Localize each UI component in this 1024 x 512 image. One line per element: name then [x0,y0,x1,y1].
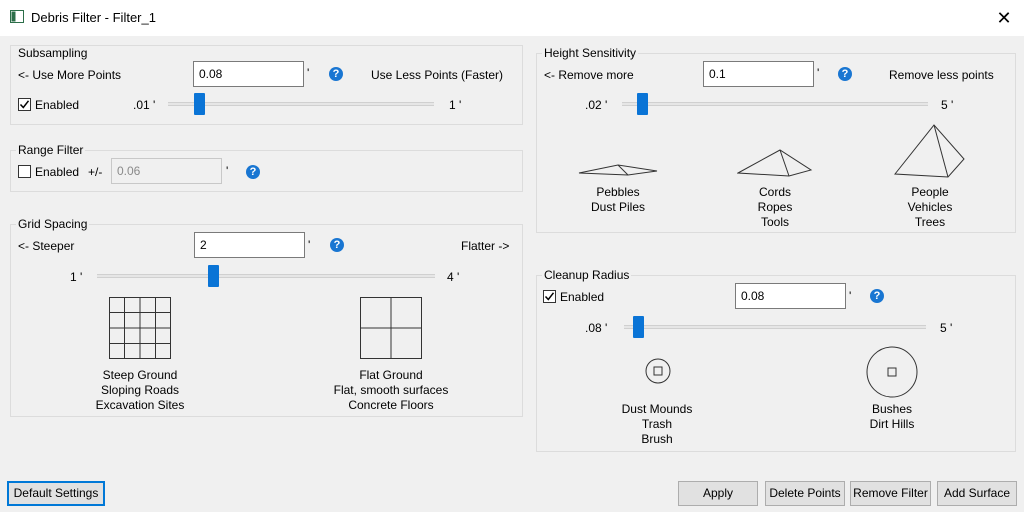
subsampling-max-label: 1 ' [449,98,462,112]
subsampling-enabled-label: Enabled [35,98,80,112]
subsampling-input[interactable] [193,61,304,87]
range-filter-help-icon[interactable]: ? [246,165,260,179]
low-line-2: Dust Piles [590,200,646,214]
height-sensitivity-max-label: 5 ' [941,98,954,112]
flat-line-3: Concrete Floors [348,398,434,412]
apply-button[interactable]: Apply [678,481,758,506]
height-sensitivity-title: Height Sensitivity [542,46,639,60]
subsampling-enabled-checkbox[interactable] [18,98,31,111]
cleanup-radius-slider-thumb[interactable] [633,316,644,338]
grid-spacing-left-hint: <- Steeper [18,239,75,253]
large-line-1: Bushes [871,402,913,416]
steep-ground-caption: Steep Ground Sloping Roads Excavation Si… [60,368,220,413]
flat-line-1: Flat Ground [359,368,423,382]
grid-spacing-help-icon[interactable]: ? [330,238,344,252]
app-window-icon [10,10,24,23]
flat-pyramid-icon [578,164,658,176]
range-filter-enabled-label: Enabled [35,165,80,179]
range-filter-plusminus: +/- [88,165,103,179]
grid-spacing-slider-thumb[interactable] [208,265,220,287]
mid-line-2: Ropes [757,200,793,214]
tall-pyramid-icon [894,124,965,178]
grid-spacing-max-label: 4 ' [447,270,460,284]
grid-spacing-input[interactable] [194,232,305,258]
small-line-3: Brush [641,432,673,446]
mid-line-3: Tools [760,215,789,229]
small-radius-icon [645,358,671,384]
flat-ground-caption: Flat Ground Flat, smooth surfaces Concre… [311,368,471,413]
large-line-2: Dirt Hills [869,417,915,431]
subsampling-slider-track[interactable] [168,102,434,106]
close-icon[interactable]: ✕ [994,8,1014,28]
cleanup-radius-unit: ' [849,289,852,303]
cleanup-radius-help-icon[interactable]: ? [870,289,884,303]
small-line-2: Trash [641,417,673,431]
grid-spacing-right-hint: Flatter -> [461,239,510,253]
range-filter-enabled-checkbox[interactable] [18,165,31,178]
checkmark-icon [544,292,555,301]
height-sensitivity-left-hint: <- Remove more [544,68,634,82]
fine-grid-icon [109,297,171,359]
pebbles-caption: Pebbles Dust Piles [568,185,668,215]
checkmark-icon [19,100,30,109]
range-filter-unit: ' [226,164,229,178]
grid-spacing-min-label: 1 ' [70,270,83,284]
cleanup-radius-title: Cleanup Radius [542,268,632,282]
dust-mounds-caption: Dust Mounds Trash Brush [607,402,707,447]
small-line-1: Dust Mounds [621,402,693,416]
add-surface-button[interactable]: Add Surface [937,481,1017,506]
cords-caption: Cords Ropes Tools [725,185,825,230]
people-caption: People Vehicles Trees [880,185,980,230]
height-sensitivity-right-hint: Remove less points [889,68,994,82]
subsampling-right-hint: Use Less Points (Faster) [371,68,504,82]
window-title: Debris Filter - Filter_1 [31,10,156,25]
low-line-1: Pebbles [596,185,640,199]
medium-pyramid-icon [737,149,813,177]
remove-filter-button[interactable]: Remove Filter [850,481,931,506]
coarse-grid-icon [360,297,422,359]
grid-spacing-slider-track[interactable] [97,274,435,278]
range-filter-input[interactable] [111,158,222,184]
subsampling-unit: ' [307,66,310,80]
height-sensitivity-slider-thumb[interactable] [636,93,648,115]
height-sensitivity-input[interactable] [703,61,814,87]
grid-spacing-title: Grid Spacing [16,217,90,231]
subsampling-min-label: .01 ' [133,98,156,112]
default-settings-button[interactable]: Default Settings [7,481,105,506]
flat-line-2: Flat, smooth surfaces [333,383,449,397]
cleanup-radius-slider-track[interactable] [624,325,926,329]
height-sensitivity-unit: ' [817,66,820,80]
large-radius-icon [866,346,918,398]
high-line-1: People [911,185,949,199]
subsampling-help-icon[interactable]: ? [329,67,343,81]
range-filter-title: Range Filter [16,143,86,157]
cleanup-radius-input[interactable] [735,283,846,309]
steep-line-1: Steep Ground [102,368,178,382]
height-sensitivity-min-label: .02 ' [585,98,608,112]
height-sensitivity-help-icon[interactable]: ? [838,67,852,81]
high-line-3: Trees [914,215,946,229]
cleanup-radius-enabled-label: Enabled [560,290,605,304]
range-filter-group [10,150,523,192]
cleanup-radius-enabled-checkbox[interactable] [543,290,556,303]
grid-spacing-unit: ' [308,238,311,252]
steep-line-3: Excavation Sites [95,398,185,412]
cleanup-radius-min-label: .08 ' [585,321,608,335]
cleanup-radius-max-label: 5 ' [940,321,953,335]
bushes-caption: Bushes Dirt Hills [842,402,942,432]
subsampling-slider-thumb[interactable] [193,93,205,115]
steep-line-2: Sloping Roads [100,383,180,397]
height-sensitivity-slider-track[interactable] [622,102,928,106]
subsampling-left-hint: <- Use More Points [18,68,122,82]
subsampling-title: Subsampling [16,46,90,60]
delete-points-button[interactable]: Delete Points [765,481,845,506]
high-line-2: Vehicles [907,200,953,214]
mid-line-1: Cords [758,185,791,199]
